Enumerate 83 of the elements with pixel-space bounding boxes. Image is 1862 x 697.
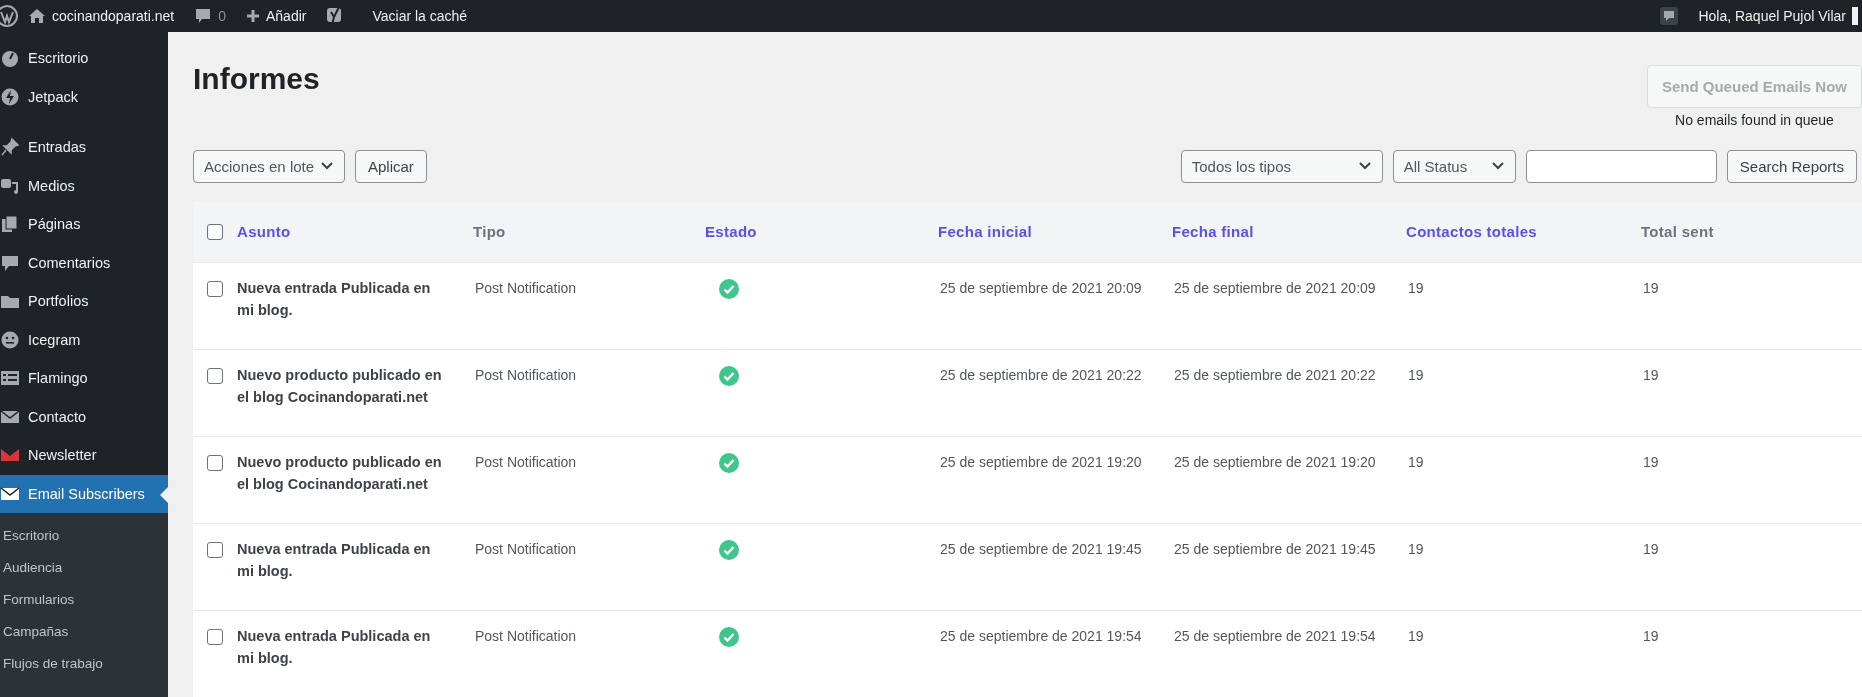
sidebar-item[interactable]: Contacto <box>0 397 168 436</box>
sidebar-item[interactable]: Comentarios <box>0 243 168 282</box>
plus-icon <box>246 9 260 23</box>
notification-icon[interactable] <box>1660 7 1679 25</box>
table-cell: 19 <box>1408 628 1424 644</box>
page-title: Informes <box>193 62 320 96</box>
table-cell: Post Notification <box>475 454 577 470</box>
column-header: Total sent <box>1641 223 1714 240</box>
submenu-item[interactable]: Campañas <box>0 615 168 647</box>
column-header[interactable]: Asunto <box>237 223 291 240</box>
column-header[interactable]: Fecha final <box>1172 223 1254 240</box>
row-checkbox[interactable] <box>207 455 223 471</box>
column-header[interactable]: Fecha inicial <box>938 223 1032 240</box>
table-cell: 25 de septiembre de 2021 20:22 <box>940 367 1142 383</box>
subject-link[interactable]: Nuevo producto publicado en el blog Cocinandoparati.net <box>237 451 443 495</box>
sidebar-item[interactable]: Medios <box>0 166 168 205</box>
status-filter-dropdown[interactable]: All Status <box>1392 149 1516 183</box>
chevron-down-icon <box>1490 161 1505 171</box>
sidebar-item[interactable]: Páginas <box>0 205 168 244</box>
table-cell: 19 <box>1643 367 1659 383</box>
table-cell: 19 <box>1643 454 1659 470</box>
row-checkbox[interactable] <box>207 542 223 558</box>
table-cell: 25 de septiembre de 2021 20:09 <box>940 280 1142 296</box>
chevron-down-icon <box>1357 161 1372 171</box>
search-field[interactable] <box>1525 149 1717 183</box>
clear-cache-link[interactable]: Vaciar la caché <box>372 8 468 24</box>
table-cell: 19 <box>1408 541 1424 557</box>
subject-link[interactable]: Nueva entrada Publicada en mi blog. <box>237 625 443 669</box>
submenu-item[interactable]: Audiencia <box>0 551 168 583</box>
sidebar-item[interactable]: Jetpack <box>0 77 168 116</box>
submenu-item[interactable]: Escritorio <box>0 519 168 551</box>
table-cell: 25 de septiembre de 2021 20:22 <box>1174 367 1376 383</box>
table-cell: 19 <box>1408 367 1424 383</box>
column-header: Tipo <box>473 223 506 240</box>
select-all-checkbox[interactable] <box>207 224 223 240</box>
table-cell: 19 <box>1643 628 1659 644</box>
search-reports-button[interactable]: Search Reports <box>1726 149 1857 183</box>
table-cell: Post Notification <box>475 541 577 557</box>
sidebar-item[interactable]: Entradas <box>0 128 168 167</box>
table-cell: 25 de septiembre de 2021 19:45 <box>940 541 1142 557</box>
user-greeting[interactable]: Hola, Raquel Pujol Vilar <box>1698 8 1846 24</box>
table-cell: 25 de septiembre de 2021 19:45 <box>1174 541 1376 557</box>
sidebar-item[interactable]: Portfolios <box>0 282 168 321</box>
table-cell: 25 de septiembre de 2021 19:54 <box>940 628 1142 644</box>
sidebar-item[interactable]: Email Subscribers <box>0 474 168 513</box>
table-cell: 25 de septiembre de 2021 20:09 <box>1174 280 1376 296</box>
subject-link[interactable]: Nueva entrada Publicada en mi blog. <box>237 277 443 321</box>
add-new-link[interactable]: Añadir <box>266 8 307 24</box>
row-checkbox[interactable] <box>207 629 223 645</box>
table-cell: 19 <box>1408 280 1424 296</box>
table-cell: Post Notification <box>475 628 577 644</box>
sidebar-item[interactable]: Newsletter <box>0 436 168 475</box>
pin-icon <box>0 137 20 158</box>
avatar <box>1852 7 1858 25</box>
submenu-item[interactable]: Formularios <box>0 583 168 615</box>
table-cell: 19 <box>1408 454 1424 470</box>
comment-icon <box>194 7 213 25</box>
bulk-actions-dropdown[interactable]: Acciones en lote <box>193 149 345 183</box>
row-checkbox[interactable] <box>207 281 223 297</box>
table-cell: 19 <box>1643 541 1659 557</box>
comment-count[interactable]: 0 <box>218 8 226 24</box>
chevron-down-icon <box>320 161 334 171</box>
column-header[interactable]: Estado <box>705 223 757 240</box>
submenu-item[interactable]: Flujos de trabajo <box>0 647 168 679</box>
table-cell: 19 <box>1643 280 1659 296</box>
apply-button[interactable]: Aplicar <box>355 149 427 183</box>
home-icon <box>28 7 46 25</box>
sidebar-item[interactable]: Icegram <box>0 320 168 359</box>
row-checkbox[interactable] <box>207 368 223 384</box>
table-cell: 25 de septiembre de 2021 19:20 <box>1174 454 1376 470</box>
sidebar-item[interactable]: Flamingo <box>0 359 168 398</box>
type-filter-dropdown[interactable]: Todos los tipos <box>1180 149 1383 183</box>
sidebar-item[interactable]: Escritorio <box>0 39 168 78</box>
table-cell: Post Notification <box>475 367 577 383</box>
subject-link[interactable]: Nuevo producto publicado en el blog Cocinandoparati.net <box>237 364 443 408</box>
subject-link[interactable]: Nueva entrada Publicada en mi blog. <box>237 538 443 582</box>
site-link[interactable]: cocinandoparati.net <box>52 8 175 24</box>
table-cell: 25 de septiembre de 2021 19:54 <box>1174 628 1376 644</box>
wordpress-logo-icon[interactable] <box>0 5 18 27</box>
queue-status-text: No emails found in queue <box>1675 112 1834 128</box>
table-cell: 25 de septiembre de 2021 19:20 <box>940 454 1142 470</box>
table-cell: Post Notification <box>475 280 577 296</box>
column-header[interactable]: Contactos totales <box>1406 223 1537 240</box>
